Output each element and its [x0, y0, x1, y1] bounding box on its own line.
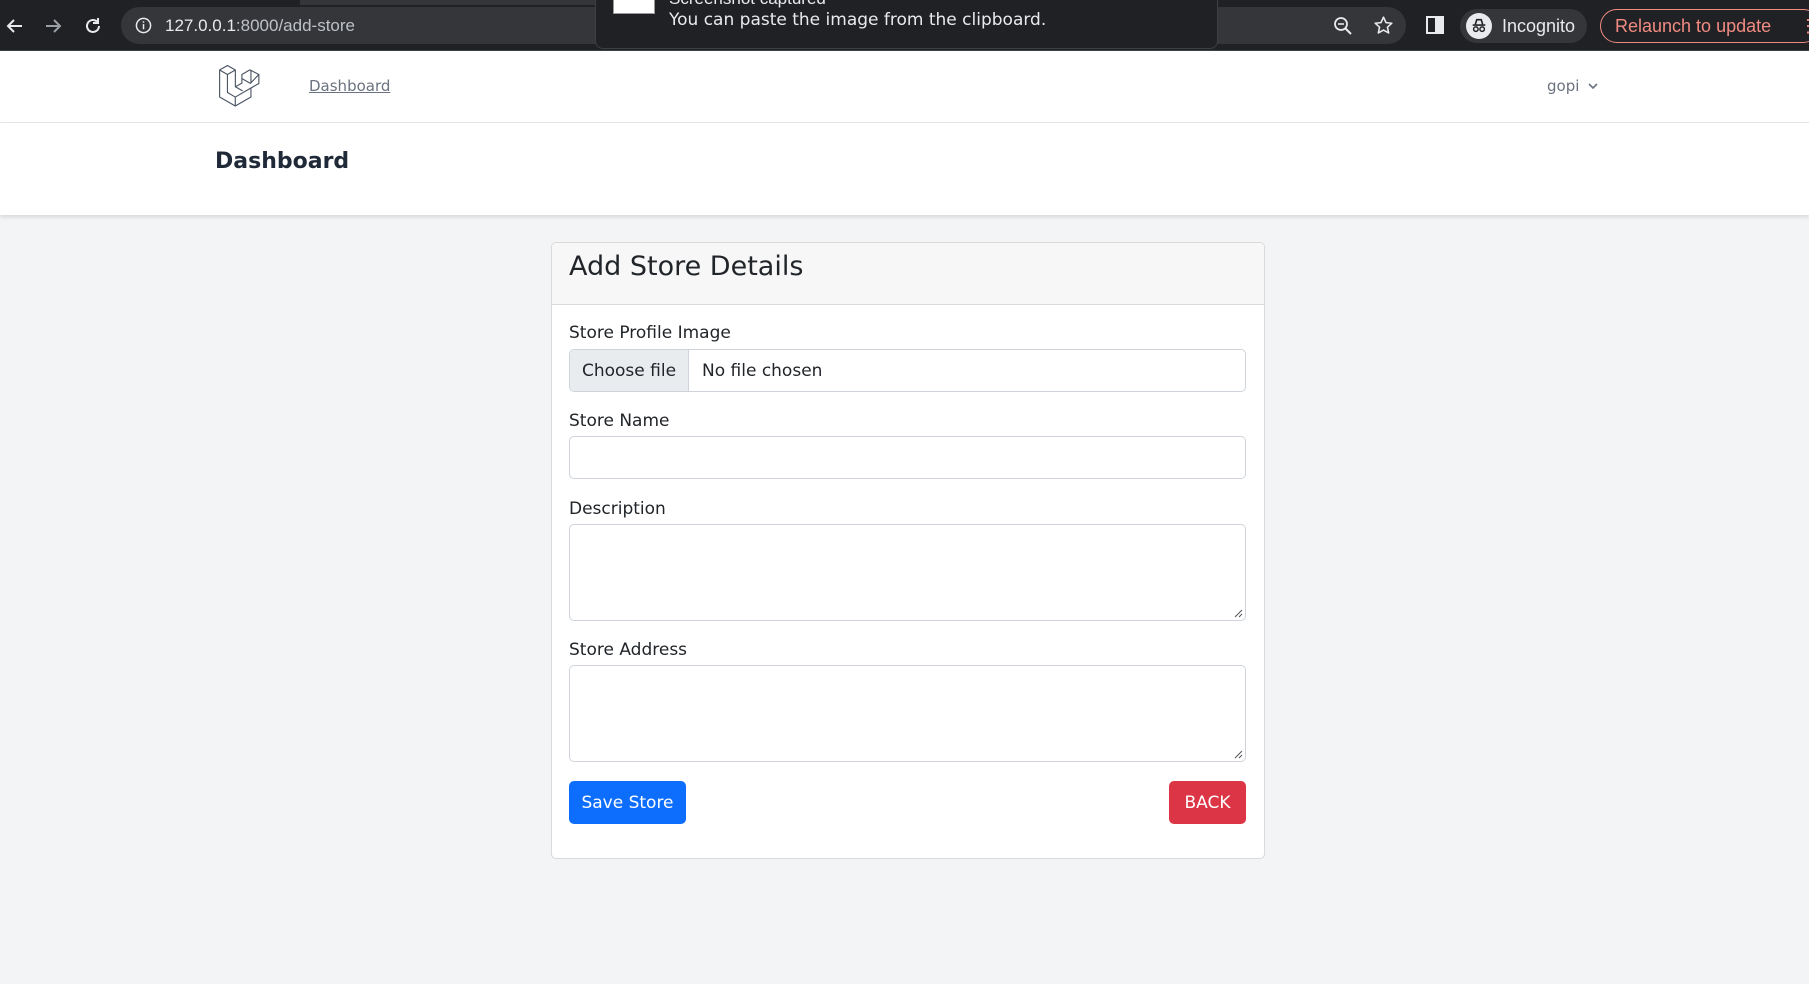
more-vert-icon[interactable]: ⋮	[1799, 16, 1809, 37]
description-label: Description	[569, 499, 666, 519]
star-icon[interactable]	[1373, 15, 1394, 36]
toast-title: Screenshot captured	[669, 0, 826, 9]
tab-strip-edge	[300, 0, 600, 5]
store-address-label: Store Address	[569, 640, 688, 660]
back-arrow-icon[interactable]	[2, 13, 28, 39]
reload-icon[interactable]	[80, 13, 106, 39]
toast-message: You can paste the image from the clipboa…	[669, 10, 1047, 30]
incognito-icon	[1466, 13, 1492, 39]
incognito-indicator[interactable]: Incognito	[1460, 9, 1588, 43]
user-name: gopi	[1547, 77, 1580, 95]
laravel-logo-icon[interactable]	[218, 65, 260, 107]
relaunch-label: Relaunch to update	[1615, 15, 1772, 36]
screenshot-thumbnail	[613, 0, 655, 14]
screenshot-toast: Screenshot captured You can paste the im…	[595, 0, 1218, 49]
store-address-textarea[interactable]	[569, 665, 1246, 762]
store-image-label: Store Profile Image	[569, 323, 731, 343]
info-icon[interactable]	[135, 17, 152, 34]
form-title: Add Store Details	[569, 251, 804, 282]
choose-file-button[interactable]: Choose file	[570, 350, 689, 391]
description-textarea[interactable]	[569, 524, 1246, 621]
store-name-label: Store Name	[569, 411, 670, 431]
side-panel-icon[interactable]	[1425, 15, 1445, 35]
zoom-icon[interactable]	[1333, 16, 1353, 36]
card-header: Add Store Details	[552, 243, 1264, 305]
save-store-button[interactable]: Save Store	[569, 781, 686, 824]
url-text[interactable]: 127.0.0.1:8000/add-store	[165, 16, 355, 36]
chevron-down-icon	[1588, 83, 1598, 90]
nav-dashboard-link[interactable]: Dashboard	[309, 77, 390, 95]
url-path: :8000/add-store	[235, 16, 355, 35]
incognito-label: Incognito	[1502, 15, 1576, 36]
file-status-text: No file chosen	[702, 360, 823, 381]
user-dropdown[interactable]: gopi	[1547, 77, 1599, 95]
resize-grip-icon[interactable]	[1234, 609, 1243, 618]
add-store-card: Add Store Details Store Profile Image Ch…	[551, 242, 1265, 859]
forward-arrow-icon[interactable]	[40, 13, 66, 39]
relaunch-button[interactable]: Relaunch to update ⋮	[1600, 9, 1809, 43]
app-navbar: Dashboard gopi	[0, 51, 1809, 123]
back-button[interactable]: BACK	[1169, 781, 1246, 824]
url-host: 127.0.0.1	[165, 16, 236, 35]
page-title: Dashboard	[215, 149, 350, 174]
store-image-file-input[interactable]: Choose file No file chosen	[569, 349, 1246, 392]
page-header: Dashboard	[0, 123, 1809, 215]
resize-grip-icon[interactable]	[1234, 750, 1243, 759]
store-name-input[interactable]	[569, 436, 1246, 479]
